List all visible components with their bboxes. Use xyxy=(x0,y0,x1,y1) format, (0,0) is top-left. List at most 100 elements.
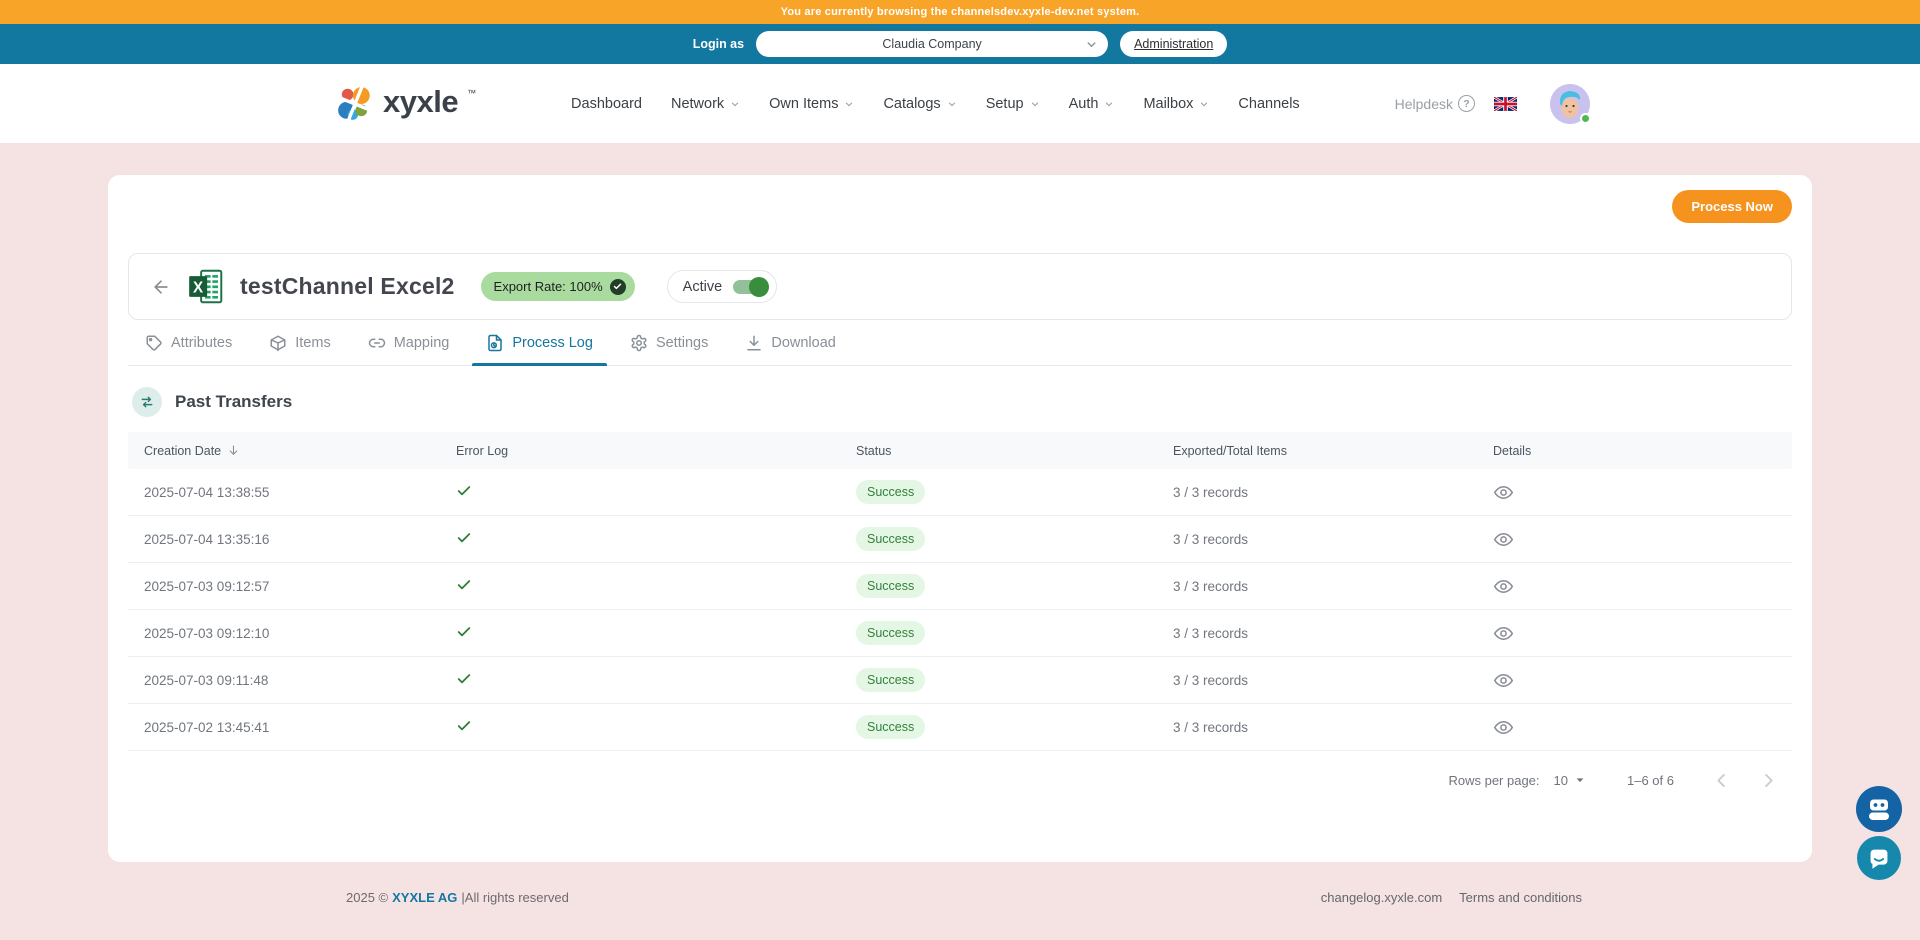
details-cell xyxy=(1493,576,1792,597)
previous-page-button[interactable] xyxy=(1712,771,1731,790)
transfer-arrows-icon xyxy=(132,387,162,417)
creation-date-cell: 2025-07-03 09:12:10 xyxy=(144,626,456,641)
chevron-down-icon xyxy=(844,99,854,109)
check-icon xyxy=(456,483,472,499)
nav-item-mailbox[interactable]: Mailbox xyxy=(1143,96,1209,112)
exported-cell: 3 / 3 records xyxy=(1173,485,1493,500)
details-cell xyxy=(1493,717,1792,738)
exported-cell: 3 / 3 records xyxy=(1173,532,1493,547)
company-select[interactable]: Claudia Company xyxy=(756,31,1108,57)
status-badge: Success xyxy=(856,480,925,504)
sort-descending-icon[interactable] xyxy=(227,444,240,457)
channel-tabs: Attributes Items Mapping Process Log Set… xyxy=(128,320,1792,366)
tab-items[interactable]: Items xyxy=(269,320,330,365)
nav-item-network[interactable]: Network xyxy=(671,96,740,112)
footer-copyright: 2025 © XYXLE AG |All rights reserved xyxy=(346,890,569,905)
status-badge: Success xyxy=(856,715,925,739)
language-flag-uk-icon[interactable] xyxy=(1494,97,1517,111)
past-transfers-table: Creation Date Error Log Status Exported/… xyxy=(128,432,1792,751)
details-view-button[interactable] xyxy=(1493,670,1514,691)
tag-icon xyxy=(145,334,163,352)
nav-item-catalogs[interactable]: Catalogs xyxy=(883,96,956,112)
user-avatar[interactable] xyxy=(1550,84,1590,124)
table-row: 2025-07-03 09:12:10 Success 3 / 3 record… xyxy=(128,610,1792,657)
nav-item-channels[interactable]: Channels xyxy=(1238,96,1299,112)
creation-date-cell: 2025-07-04 13:38:55 xyxy=(144,485,456,500)
header-right-cluster: Helpdesk ? xyxy=(1395,84,1590,124)
tab-mapping[interactable]: Mapping xyxy=(368,320,450,365)
channel-header: X testChannel Excel2 Export Rate: 100% A… xyxy=(128,253,1792,320)
exported-cell: 3 / 3 records xyxy=(1173,720,1493,735)
chevron-left-icon xyxy=(1712,771,1731,790)
question-circle-icon: ? xyxy=(1458,95,1475,112)
chevron-down-icon xyxy=(947,99,957,109)
check-icon xyxy=(456,577,472,593)
support-chat-button[interactable] xyxy=(1857,836,1901,880)
section-title: Past Transfers xyxy=(175,392,292,412)
details-view-button[interactable] xyxy=(1493,717,1514,738)
logo-trademark: ™ xyxy=(467,88,476,98)
tab-attributes[interactable]: Attributes xyxy=(145,320,232,365)
chevron-down-icon xyxy=(1030,99,1040,109)
chatbot-button[interactable] xyxy=(1856,786,1902,832)
check-icon xyxy=(456,624,472,640)
details-cell xyxy=(1493,529,1792,550)
tab-settings[interactable]: Settings xyxy=(630,320,708,365)
chevron-down-icon xyxy=(1199,99,1209,109)
table-row: 2025-07-04 13:35:16 Success 3 / 3 record… xyxy=(128,516,1792,563)
eye-icon xyxy=(1493,717,1514,738)
error-log-cell xyxy=(456,577,856,596)
footer-company-link[interactable]: XYXLE AG xyxy=(392,890,457,905)
app-header: xyxle ™ Dashboard Network Own Items Cata… xyxy=(0,64,1920,143)
changelog-link[interactable]: changelog.xyxle.com xyxy=(1321,890,1442,905)
login-as-bar: Login as Claudia Company Administration xyxy=(0,24,1920,64)
status-cell: Success xyxy=(856,715,1173,739)
rows-per-page-label: Rows per page: xyxy=(1448,773,1539,788)
nav-item-own-items[interactable]: Own Items xyxy=(769,96,854,112)
details-view-button[interactable] xyxy=(1493,482,1514,503)
column-header-exported-total: Exported/Total Items xyxy=(1173,444,1493,458)
rows-per-page-select[interactable]: 10 xyxy=(1554,773,1585,788)
status-badge: Success xyxy=(856,668,925,692)
robot-icon xyxy=(1863,793,1895,825)
details-view-button[interactable] xyxy=(1493,529,1514,550)
tab-process-log[interactable]: Process Log xyxy=(486,320,593,365)
terms-link[interactable]: Terms and conditions xyxy=(1459,890,1582,905)
next-page-button[interactable] xyxy=(1759,771,1778,790)
system-environment-banner-text: You are currently browsing the channelsd… xyxy=(781,6,1140,18)
tab-download[interactable]: Download xyxy=(745,320,836,365)
helpdesk-link[interactable]: Helpdesk ? xyxy=(1395,95,1475,112)
channel-title: testChannel Excel2 xyxy=(240,273,455,300)
chevron-down-icon xyxy=(1104,99,1114,109)
back-button[interactable] xyxy=(151,277,171,297)
column-header-creation-date[interactable]: Creation Date xyxy=(144,444,456,458)
system-environment-banner: You are currently browsing the channelsd… xyxy=(0,0,1920,24)
toggle-knob xyxy=(749,277,769,297)
details-view-button[interactable] xyxy=(1493,623,1514,644)
error-log-cell xyxy=(456,483,856,502)
table-header-row: Creation Date Error Log Status Exported/… xyxy=(128,432,1792,469)
active-toggle-switch[interactable] xyxy=(733,280,766,294)
main-nav: Dashboard Network Own Items Catalogs Set… xyxy=(476,96,1395,112)
nav-item-setup[interactable]: Setup xyxy=(986,96,1040,112)
table-row: 2025-07-03 09:12:57 Success 3 / 3 record… xyxy=(128,563,1792,610)
process-now-button[interactable]: Process Now xyxy=(1672,190,1792,223)
download-icon xyxy=(745,334,763,352)
table-row: 2025-07-02 13:45:41 Success 3 / 3 record… xyxy=(128,704,1792,751)
check-icon xyxy=(456,718,472,734)
page-footer: 2025 © XYXLE AG |All rights reserved cha… xyxy=(0,890,1920,905)
creation-date-cell: 2025-07-04 13:35:16 xyxy=(144,532,456,547)
chevron-down-icon xyxy=(1086,39,1097,50)
past-transfers-section-header: Past Transfers xyxy=(128,387,1792,417)
main-area: Process Now X testChannel Excel2 xyxy=(0,143,1920,940)
nav-item-dashboard[interactable]: Dashboard xyxy=(571,96,642,112)
status-badge: Success xyxy=(856,621,925,645)
administration-button[interactable]: Administration xyxy=(1120,31,1227,57)
details-view-button[interactable] xyxy=(1493,576,1514,597)
nav-item-auth[interactable]: Auth xyxy=(1069,96,1115,112)
error-log-cell xyxy=(456,624,856,643)
exported-cell: 3 / 3 records xyxy=(1173,579,1493,594)
pagination-range: 1–6 of 6 xyxy=(1627,773,1674,788)
xyxle-logo[interactable]: xyxle ™ xyxy=(336,84,476,124)
active-label: Active xyxy=(683,279,723,295)
